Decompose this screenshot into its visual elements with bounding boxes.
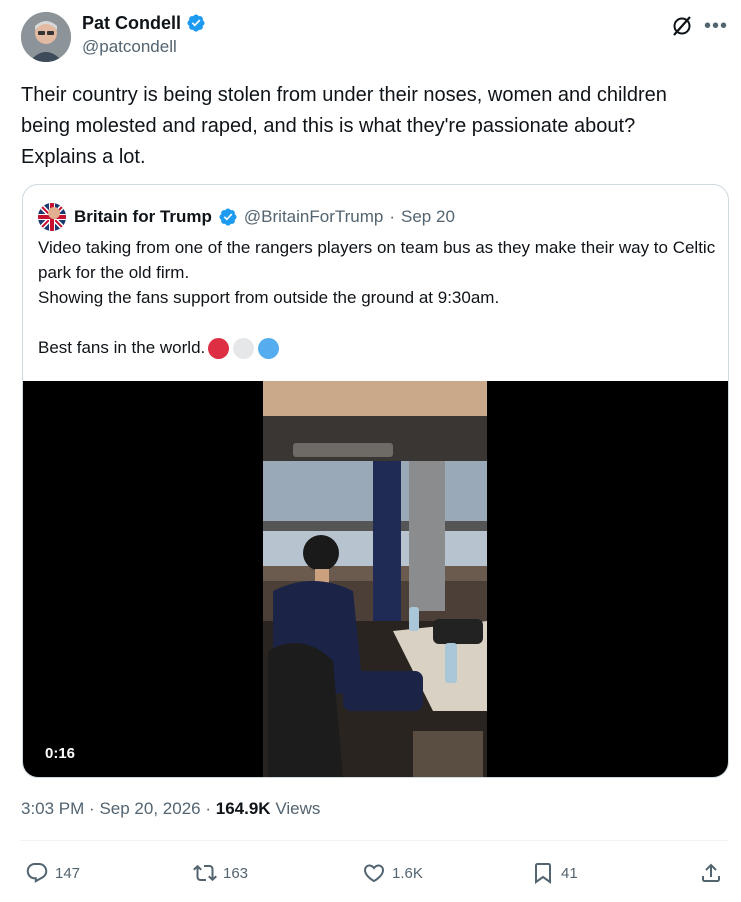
more-icon[interactable]: ••• [704,16,728,36]
tweet-detail: Pat Condell @patcondell ••• Their countr… [0,0,741,902]
quoted-author-handle: @BritainForTrump [243,207,384,226]
reply-count: 147 [55,864,81,882]
author-name[interactable]: Pat Condell [82,13,181,34]
views-count: 164.9K [215,799,271,818]
bookmark-button[interactable]: 41 [531,861,578,885]
like-icon [363,864,385,883]
views-label: Views [275,799,321,818]
verified-badge-icon [219,208,237,226]
video-duration: 0:16 [39,743,82,764]
red-circle-icon [208,338,230,360]
quoted-text: Video taking from one of the rangers pla… [38,235,718,360]
reply-icon [26,863,48,883]
like-count: 1.6K [392,864,423,882]
bookmark-icon [535,863,551,884]
blue-circle-icon [258,338,280,360]
grok-icon[interactable] [670,14,694,38]
bookmark-count: 41 [561,864,578,882]
repost-count: 163 [223,864,249,882]
emoji-circles [208,338,280,360]
separator-dot: · [89,799,95,818]
action-bar: 147 163 1.6K 41 [21,857,728,893]
quoted-text-body: Video taking from one of the rangers pla… [38,238,716,357]
tweet-text: Their country is being stolen from under… [21,84,667,168]
share-icon [702,863,720,882]
quoted-author-name: Britain for Trump [74,207,212,226]
repost-icon [193,864,217,882]
quoted-tweet[interactable]: Britain for Trump @BritainForTrump · Sep… [22,184,729,778]
author-avatar[interactable] [21,12,71,62]
separator-dot: · [389,207,396,226]
author-handle[interactable]: @patcondell [82,37,206,57]
share-button[interactable] [699,861,723,885]
white-circle-icon [233,338,255,360]
repost-button[interactable]: 163 [193,861,248,885]
quoted-date: Sep 20 [401,207,455,226]
reply-button[interactable]: 147 [25,861,80,885]
tweet-time[interactable]: 3:03 PM [21,799,84,818]
like-button[interactable]: 1.6K [362,861,423,885]
tweet-header: Pat Condell @patcondell ••• [21,10,728,66]
verified-badge-icon [187,14,205,32]
tweet-date[interactable]: Sep 20, 2026 [99,799,200,818]
tweet-meta: 3:03 PM · Sep 20, 2026 · 164.9K Views [21,799,320,819]
quoted-author-avatar [38,203,66,231]
divider [21,840,728,841]
video-thumbnail [263,381,487,777]
video-player[interactable]: 0:16 [23,381,728,777]
separator-dot: · [205,799,212,818]
